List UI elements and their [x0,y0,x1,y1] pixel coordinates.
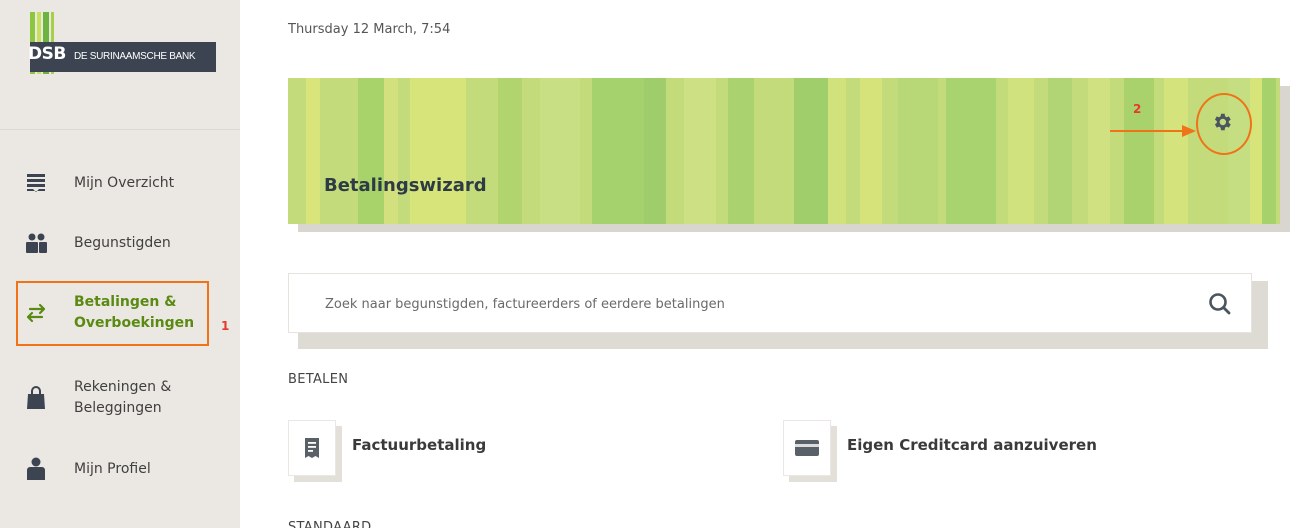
sidebar-item-begunstigden[interactable]: Begunstigden [0,215,240,271]
sidebar-item-mijn-profiel[interactable]: Mijn Profiel [0,441,240,497]
people-icon [24,231,48,255]
annotation-box-1 [16,281,209,346]
section-label-next: STANDAARD [288,520,372,528]
annotation-arrow-2 [1110,125,1196,137]
tile-label: Eigen Creditcard aanzuiveren [847,436,1097,454]
sidebar-item-label: Mijn Profiel [74,460,151,477]
search-input[interactable] [325,294,1165,314]
sidebar-item-label: Rekeningen & Beleggingen [74,379,172,416]
sidebar: DSB DE SURINAAMSCHE BANK Mijn Overzicht … [0,0,240,528]
tile-icon-wrap [288,420,342,482]
sidebar-item-mijn-overzicht[interactable]: Mijn Overzicht [0,155,240,211]
banner-title: Betalingswizard [324,175,487,196]
search-icon[interactable] [1207,291,1233,317]
annotation-circle-2 [1196,93,1252,155]
logo-area: DSB DE SURINAAMSCHE BANK [0,0,240,130]
tile-creditcard[interactable]: Eigen Creditcard aanzuiveren [783,420,1243,482]
bag-icon [24,386,48,410]
current-datetime: Thursday 12 March, 7:54 [288,22,451,37]
tile-factuurbetaling[interactable]: Factuurbetaling [288,420,708,482]
annotation-number-1: 1 [221,319,230,333]
overview-icon [24,171,48,195]
logo-bank-name: DE SURINAAMSCHE BANK [74,51,196,62]
sidebar-item-label: Mijn Overzicht [74,174,175,191]
credit-card-icon [783,420,831,476]
logo-abbreviation: DSB [28,44,66,64]
bank-logo[interactable]: DSB DE SURINAAMSCHE BANK [24,12,216,74]
section-label-betalen: BETALEN [288,372,349,387]
annotation-number-2: 2 [1133,102,1142,116]
person-icon [24,457,48,481]
receipt-icon [288,420,336,476]
search-box [288,273,1252,333]
tile-icon-wrap [783,420,837,482]
wizard-banner: Betalingswizard 2 [288,78,1280,224]
sidebar-item-rekeningen[interactable]: Rekeningen & Beleggingen [0,370,240,426]
main-content: Thursday 12 March, 7:54 Betalingswizard [240,0,1296,528]
tile-label: Factuurbetaling [352,436,487,454]
sidebar-item-label: Begunstigden [74,234,171,251]
